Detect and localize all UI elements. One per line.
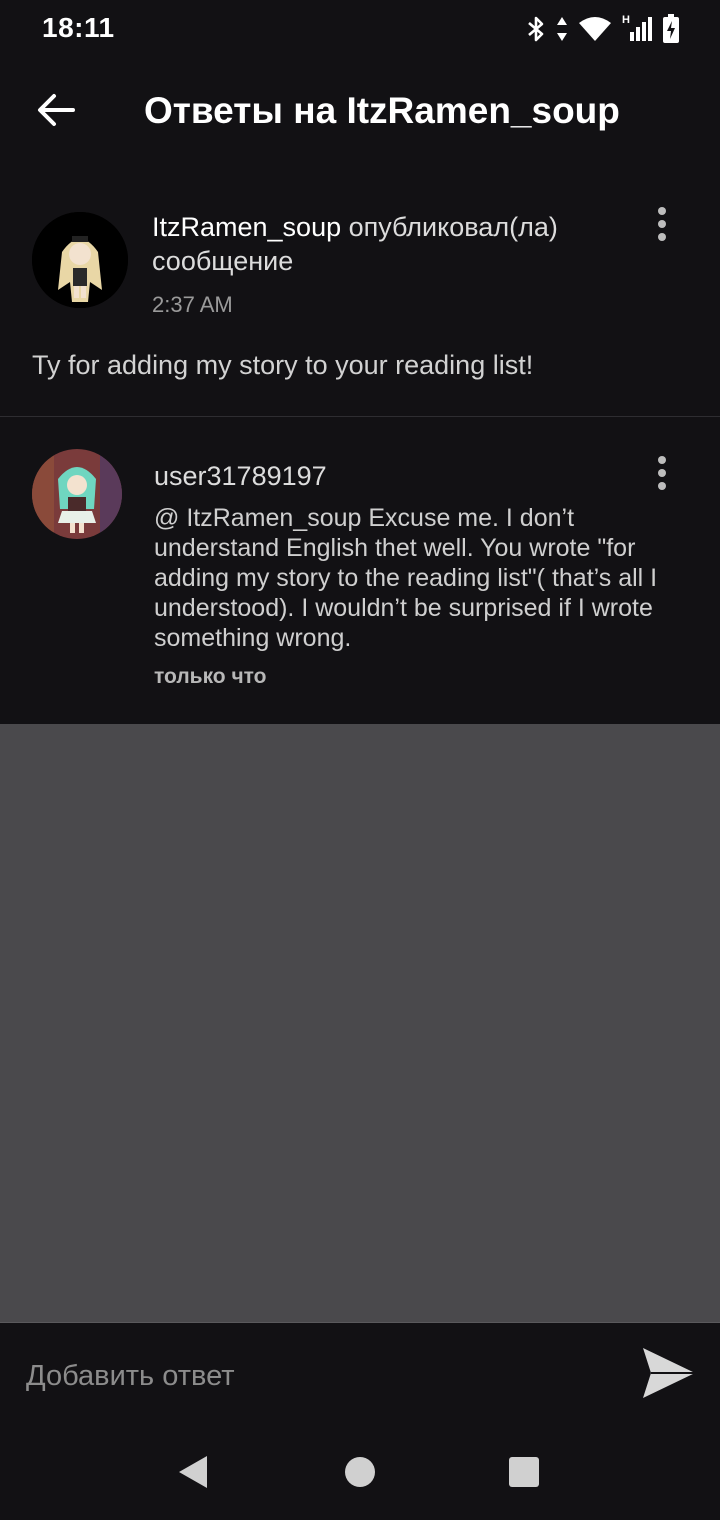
more-vertical-icon: [656, 206, 668, 247]
status-bar: 18:11 H: [0, 0, 720, 58]
reply-text: @ ItzRamen_soup Excuse me. I don’t under…: [154, 504, 658, 652]
nav-recents-button[interactable]: [504, 1454, 544, 1494]
data-arrows-icon: [556, 16, 568, 42]
nav-home-icon: [344, 1456, 376, 1493]
status-time: 18:11: [42, 12, 115, 43]
bluetooth-icon: [526, 15, 546, 43]
status-icons: H: [526, 14, 680, 44]
avatar[interactable]: [32, 449, 122, 539]
nav-home-button[interactable]: [340, 1454, 380, 1494]
replies-screen: 18:11 H Ответы на ItzRamen_soup ItzRamen…: [0, 0, 720, 1520]
back-button[interactable]: [24, 80, 88, 144]
nav-back-icon: [175, 1454, 209, 1495]
more-vertical-icon: [656, 455, 668, 496]
post-author[interactable]: ItzRamen_soup: [152, 212, 341, 242]
cell-signal-icon: H: [622, 14, 652, 42]
original-post: ItzRamen_soup опубликовал(ла) сообщение …: [0, 170, 720, 416]
wifi-icon: [578, 16, 612, 42]
battery-charging-icon: [662, 14, 680, 44]
nav-recents-icon: [508, 1456, 540, 1493]
page-title: Ответы на ItzRamen_soup: [144, 90, 620, 131]
reply-input[interactable]: [24, 1347, 608, 1405]
app-bar: Ответы на ItzRamen_soup: [0, 58, 720, 170]
post-body: Ty for adding my story to your reading l…: [32, 350, 534, 380]
send-icon: [641, 1346, 697, 1405]
reply-time: только что: [154, 665, 267, 688]
reply-more-button[interactable]: [642, 451, 682, 499]
avatar-image: [32, 449, 122, 539]
post-header: ItzRamen_soup опубликовал(ла) сообщение: [152, 210, 632, 278]
send-button[interactable]: [636, 1343, 702, 1407]
empty-area: [0, 724, 720, 1322]
system-nav-bar: [0, 1426, 720, 1520]
reply-composer: [0, 1322, 720, 1427]
avatar[interactable]: [32, 212, 128, 308]
nav-back-button[interactable]: [172, 1454, 212, 1494]
network-type-label: H: [622, 14, 630, 26]
arrow-back-icon: [37, 93, 75, 132]
post-time: 2:37 AM: [152, 292, 233, 317]
reply-item: user31789197 @ ItzRamen_soup Excuse me. …: [0, 417, 720, 723]
reply-author[interactable]: user31789197: [154, 461, 327, 492]
post-more-button[interactable]: [642, 202, 682, 250]
avatar-image: [32, 212, 128, 308]
